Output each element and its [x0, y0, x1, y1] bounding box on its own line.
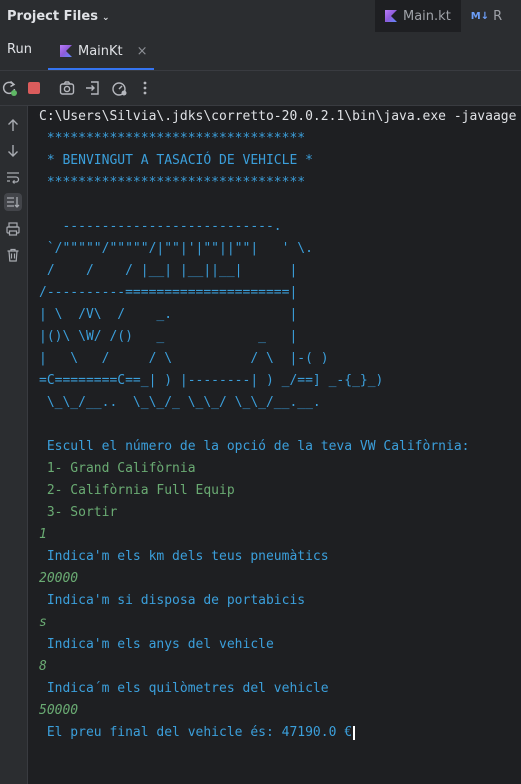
- profiler-icon[interactable]: [110, 79, 128, 97]
- tab-main-kt[interactable]: Main.kt: [375, 0, 461, 32]
- run-tab-label: MainKt: [78, 43, 123, 59]
- close-icon[interactable]: ×: [137, 44, 148, 59]
- option-item: 2- Califòrnia Full Equip: [39, 483, 235, 498]
- tab-label: R: [493, 8, 503, 24]
- run-tool-window-header: Run MainKt ×: [0, 32, 521, 71]
- option-item: 1- Grand Califòrnia: [39, 461, 196, 476]
- run-title: Run: [7, 42, 32, 57]
- project-view-selector[interactable]: Project Files ⌄: [7, 9, 109, 24]
- user-input-model: 1: [39, 527, 47, 542]
- user-input-years: 8: [39, 659, 47, 674]
- active-tab-indicator: [48, 68, 154, 70]
- more-options-icon[interactable]: [136, 79, 154, 97]
- ascii-art-line: ---------------------------.: [39, 219, 282, 234]
- scroll-down-icon[interactable]: [4, 142, 22, 160]
- banner-bottom: *********************************: [39, 175, 306, 190]
- screenshot-icon[interactable]: [58, 79, 76, 97]
- kotlin-run-config-icon: [60, 45, 72, 57]
- editor-tabs: Main.kt M↓ R: [375, 0, 512, 32]
- ascii-art-line: /----------=====================|: [39, 285, 298, 300]
- exit-icon[interactable]: [84, 79, 102, 97]
- text-caret: [353, 725, 356, 740]
- years-prompt: Indica'm els anys del vehicle: [39, 637, 274, 652]
- top-bar: Project Files ⌄ Main.kt M↓ R: [0, 0, 521, 33]
- user-input-mileage: 50000: [39, 703, 79, 718]
- option-item: 3- Sortir: [39, 505, 118, 520]
- user-input-bike-rack: s: [39, 615, 47, 630]
- project-title: Project Files: [7, 9, 98, 24]
- run-tab-mainkt[interactable]: MainKt ×: [48, 32, 154, 70]
- banner-title: * BENVINGUT A TASACIÓ DE VEHICLE *: [39, 153, 313, 168]
- ascii-art-line: \_\_/__.. \_\_/_ \_\_/ \_\_/__.__.: [39, 395, 321, 410]
- banner-top: *********************************: [39, 131, 306, 146]
- print-icon[interactable]: [4, 220, 22, 238]
- run-toolbar: [0, 71, 521, 106]
- result-line: El preu final del vehicle és: 47190.0 €: [39, 722, 356, 744]
- soft-wrap-icon[interactable]: [4, 168, 22, 186]
- ascii-art-line: =C========C==_| ) |--------| ) _/==] _-{…: [39, 373, 384, 388]
- trash-icon[interactable]: [4, 246, 22, 264]
- rerun-icon[interactable]: [0, 79, 18, 97]
- scroll-up-icon[interactable]: [4, 116, 22, 134]
- ascii-art-line: | \ /V\ / _. |: [39, 307, 298, 322]
- tab-readme[interactable]: M↓ R: [461, 0, 512, 32]
- console-side-toolbar: [0, 106, 28, 784]
- markdown-file-icon: M↓: [470, 10, 490, 22]
- tyres-km-prompt: Indica'm els km dels teus pneumàtics: [39, 549, 329, 564]
- final-price-text: El preu final del vehicle és: 47190.0 €: [39, 725, 353, 740]
- user-input-tyres-km: 20000: [39, 571, 79, 586]
- scroll-to-end-icon[interactable]: [4, 193, 22, 211]
- mileage-prompt: Indica´m els quilòmetres del vehicle: [39, 681, 329, 696]
- chevron-down-icon: ⌄: [101, 13, 110, 23]
- command-line: C:\Users\Silvia\.jdks\corretto-20.0.2.1\…: [39, 109, 517, 124]
- console-output[interactable]: C:\Users\Silvia\.jdks\corretto-20.0.2.1\…: [39, 106, 521, 784]
- stop-icon[interactable]: [25, 79, 43, 97]
- ascii-art-line: |()\ \W/ /() _ _ |: [39, 329, 298, 344]
- ascii-art-line: `/"""""/"""""/|""|'|""||""| ' \.: [39, 241, 313, 256]
- bike-rack-prompt: Indica'm si disposa de portabicis: [39, 593, 306, 608]
- tab-label: Main.kt: [403, 8, 451, 24]
- ascii-art-line: / / / |__| |__||__| |: [39, 263, 298, 278]
- model-prompt: Escull el número de la opció de la teva …: [39, 439, 470, 454]
- ascii-art-line: | \ / / \ / \ |-( ): [39, 351, 329, 366]
- kotlin-file-icon: [385, 10, 397, 22]
